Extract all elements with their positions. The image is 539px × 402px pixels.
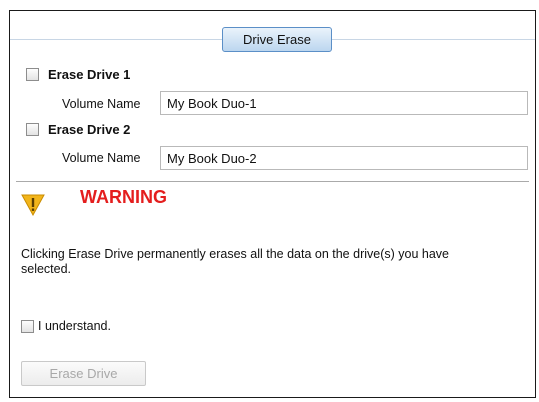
warning-title: WARNING — [80, 187, 167, 207]
erase-drive-2-label: Erase Drive 2 — [48, 122, 131, 137]
erase-drive-1-label: Erase Drive 1 — [48, 67, 131, 82]
section-divider — [16, 181, 529, 182]
i-understand-label: I understand. — [38, 319, 111, 333]
volume-name-2-input[interactable] — [160, 146, 528, 170]
drive-erase-tab[interactable]: Drive Erase — [222, 27, 332, 52]
erase-drive-button[interactable]: Erase Drive — [21, 361, 146, 386]
drive-erase-panel: Drive Erase Erase Drive 1 Volume Name Er… — [9, 10, 536, 398]
volume-name-1-input[interactable] — [160, 91, 528, 115]
warning-message: Clicking Erase Drive permanently erases … — [21, 247, 449, 276]
volume-name-1-label: Volume Name — [62, 97, 141, 111]
erase-drive-1-checkbox[interactable] — [26, 68, 39, 81]
warning-triangle-icon — [21, 194, 45, 216]
volume-name-2-label: Volume Name — [62, 151, 141, 165]
erase-drive-2-checkbox[interactable] — [26, 123, 39, 136]
i-understand-checkbox[interactable] — [21, 320, 34, 333]
